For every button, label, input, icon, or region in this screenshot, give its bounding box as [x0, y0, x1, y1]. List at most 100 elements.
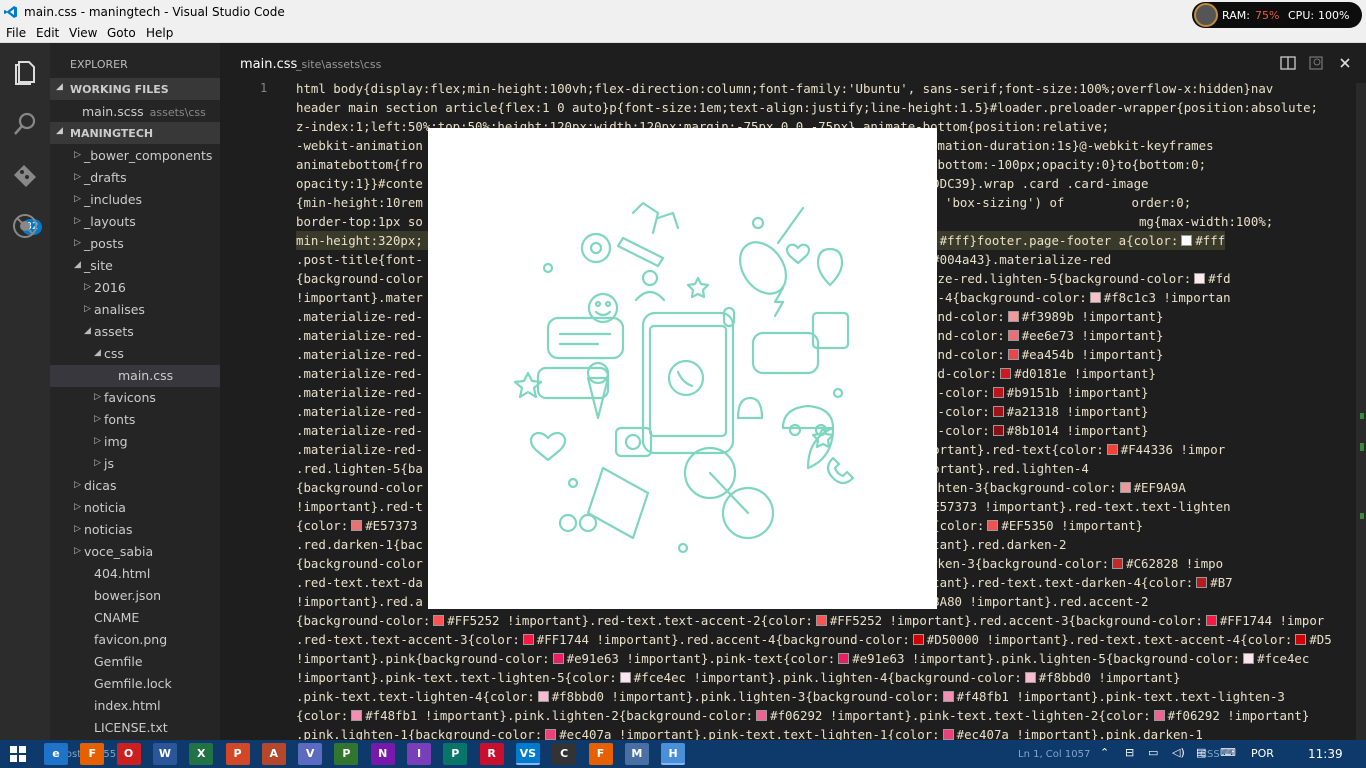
color-swatch[interactable] — [1007, 330, 1019, 341]
taskbar-app-explorer-icon[interactable]: H — [661, 743, 686, 765]
taskbar-app-firefox-2-icon[interactable]: F — [588, 743, 613, 765]
taskbar-app-mail-icon[interactable]: M — [624, 743, 649, 765]
color-swatch[interactable] — [815, 615, 827, 626]
resource-meter[interactable]: RAM: 75% CPU: 100% — [1192, 2, 1362, 28]
taskbar-app-resolve-icon[interactable]: R — [479, 743, 504, 765]
taskbar-app-excel-icon[interactable]: X — [189, 743, 214, 765]
color-swatch[interactable] — [942, 691, 954, 702]
open-preview-icon[interactable] — [1308, 55, 1324, 71]
taskbar-app-publisher-icon[interactable]: P — [443, 743, 468, 765]
tree-item-cname[interactable]: CNAME — [50, 607, 220, 629]
taskbar-app-powerpoint-icon[interactable]: P — [225, 743, 250, 765]
color-swatch[interactable] — [1007, 311, 1019, 322]
color-swatch[interactable] — [756, 710, 768, 721]
color-swatch[interactable] — [992, 406, 1004, 417]
tree-item--site[interactable]: ◢ _site — [50, 255, 220, 277]
tree-item-noticia[interactable]: ▷ noticia — [50, 497, 220, 519]
tree-item-bower-json[interactable]: bower.json — [50, 585, 220, 607]
color-swatch[interactable] — [1119, 482, 1131, 493]
color-swatch[interactable] — [992, 425, 1004, 436]
tree-item-favicon-png[interactable]: favicon.png — [50, 629, 220, 651]
explorer-icon[interactable] — [10, 57, 40, 87]
color-swatch[interactable] — [545, 729, 557, 740]
color-swatch[interactable] — [351, 520, 363, 531]
color-swatch[interactable] — [1089, 292, 1101, 303]
taskbar-app-firefox-icon[interactable]: F — [80, 743, 105, 765]
menu-goto[interactable]: Goto — [107, 26, 136, 40]
menu-edit[interactable]: Edit — [36, 26, 59, 40]
tree-item-analises[interactable]: ▷ analises — [50, 299, 220, 321]
tree-item-js[interactable]: ▷ js — [50, 453, 220, 475]
taskbar-app-cmd-icon[interactable]: C — [552, 743, 577, 765]
tray-chevron-icon[interactable]: ⌃ — [1100, 746, 1109, 759]
vertical-scrollbar[interactable] — [1356, 83, 1366, 740]
tree-item-gemfile[interactable]: Gemfile — [50, 651, 220, 673]
color-swatch[interactable] — [912, 634, 924, 645]
color-swatch[interactable] — [552, 653, 564, 664]
taskbar-app-word-icon[interactable]: W — [152, 743, 177, 765]
tree-item-license-txt[interactable]: LICENSE.txt — [50, 717, 220, 739]
color-swatch[interactable] — [1205, 615, 1217, 626]
windows-start-icon[interactable] — [10, 746, 26, 762]
color-swatch[interactable] — [1243, 653, 1255, 664]
debug-icon[interactable] — [10, 211, 40, 241]
taskbar-app-opera-icon[interactable]: O — [116, 743, 141, 765]
color-swatch[interactable] — [619, 672, 631, 683]
tree-item--includes[interactable]: ▷ _includes — [50, 189, 220, 211]
taskbar-app-infopath-icon[interactable]: I — [407, 743, 431, 765]
taskbar-app-access-icon[interactable]: A — [261, 743, 286, 765]
tray-clock[interactable]: 11:39 — [1308, 747, 1343, 761]
tree-item--layouts[interactable]: ▷ _layouts — [50, 211, 220, 233]
tree-item-favicons[interactable]: ▷ favicons — [50, 387, 220, 409]
tray-message-icon[interactable]: ▤ — [1196, 746, 1206, 759]
tree-item-voce-sabia[interactable]: ▷ voce_sabia — [50, 541, 220, 563]
tree-item-dicas[interactable]: ▷ dicas — [50, 475, 220, 497]
taskbar-app-edge-icon[interactable]: e — [44, 743, 68, 765]
tray-network-icon[interactable]: ⊟ — [1125, 746, 1134, 759]
close-editor-icon[interactable] — [1337, 55, 1353, 71]
tree-item-gemfile-lock[interactable]: Gemfile.lock — [50, 673, 220, 695]
tray-volume-icon[interactable]: ◁) — [1172, 746, 1185, 759]
taskbar-app-vscode-icon[interactable]: VS — [515, 743, 540, 765]
git-icon[interactable] — [10, 161, 40, 191]
color-swatch[interactable] — [1112, 558, 1124, 569]
tray-monitor-icon[interactable]: ▭ — [1148, 746, 1158, 759]
color-swatch[interactable] — [433, 615, 445, 626]
color-swatch[interactable] — [1181, 235, 1193, 246]
tree-item-main-css[interactable]: main.css — [50, 365, 220, 387]
tray-keyboard-icon[interactable]: ⌨ — [1220, 746, 1236, 759]
color-swatch[interactable] — [942, 729, 954, 740]
color-swatch[interactable] — [351, 710, 363, 721]
color-swatch[interactable] — [1024, 672, 1036, 683]
tree-item-noticias[interactable]: ▷ noticias — [50, 519, 220, 541]
tree-item--posts[interactable]: ▷ _posts — [50, 233, 220, 255]
taskbar-app-visio-icon[interactable]: V — [298, 743, 323, 765]
taskbar-app-onenote-icon[interactable]: N — [370, 743, 395, 765]
color-swatch[interactable] — [522, 634, 534, 645]
color-swatch[interactable] — [1000, 368, 1012, 379]
tree-item-assets[interactable]: ◢ assets — [50, 321, 220, 343]
color-swatch[interactable] — [987, 520, 999, 531]
working-file-main-scss[interactable]: main.scss assets\css — [50, 101, 220, 123]
color-swatch[interactable] — [537, 691, 549, 702]
color-swatch[interactable] — [1153, 710, 1165, 721]
menu-view[interactable]: View — [69, 26, 97, 40]
tree-item-index-html[interactable]: index.html — [50, 695, 220, 717]
color-swatch[interactable] — [1295, 634, 1307, 645]
menu-help[interactable]: Help — [146, 26, 173, 40]
tree-item-fonts[interactable]: ▷ fonts — [50, 409, 220, 431]
tab-main-css[interactable]: main.css — [240, 57, 297, 72]
menu-file[interactable]: File — [6, 26, 26, 40]
working-files-header[interactable]: ◢ WORKING FILES — [50, 78, 220, 100]
status-position[interactable]: Ln 1, Col 1057 — [1018, 749, 1090, 760]
color-swatch[interactable] — [1106, 444, 1118, 455]
taskbar-app-project-icon[interactable]: P — [334, 743, 359, 765]
search-icon[interactable] — [10, 109, 40, 139]
tree-item-404-html[interactable]: 404.html — [50, 563, 220, 585]
color-swatch[interactable] — [1196, 577, 1208, 588]
tree-item-2016[interactable]: ▷ 2016 — [50, 277, 220, 299]
color-swatch[interactable] — [992, 387, 1004, 398]
tree-item-img[interactable]: ▷ img — [50, 431, 220, 453]
split-editor-icon[interactable] — [1280, 55, 1296, 71]
project-header[interactable]: ◢ MANINGTECH — [50, 122, 220, 144]
